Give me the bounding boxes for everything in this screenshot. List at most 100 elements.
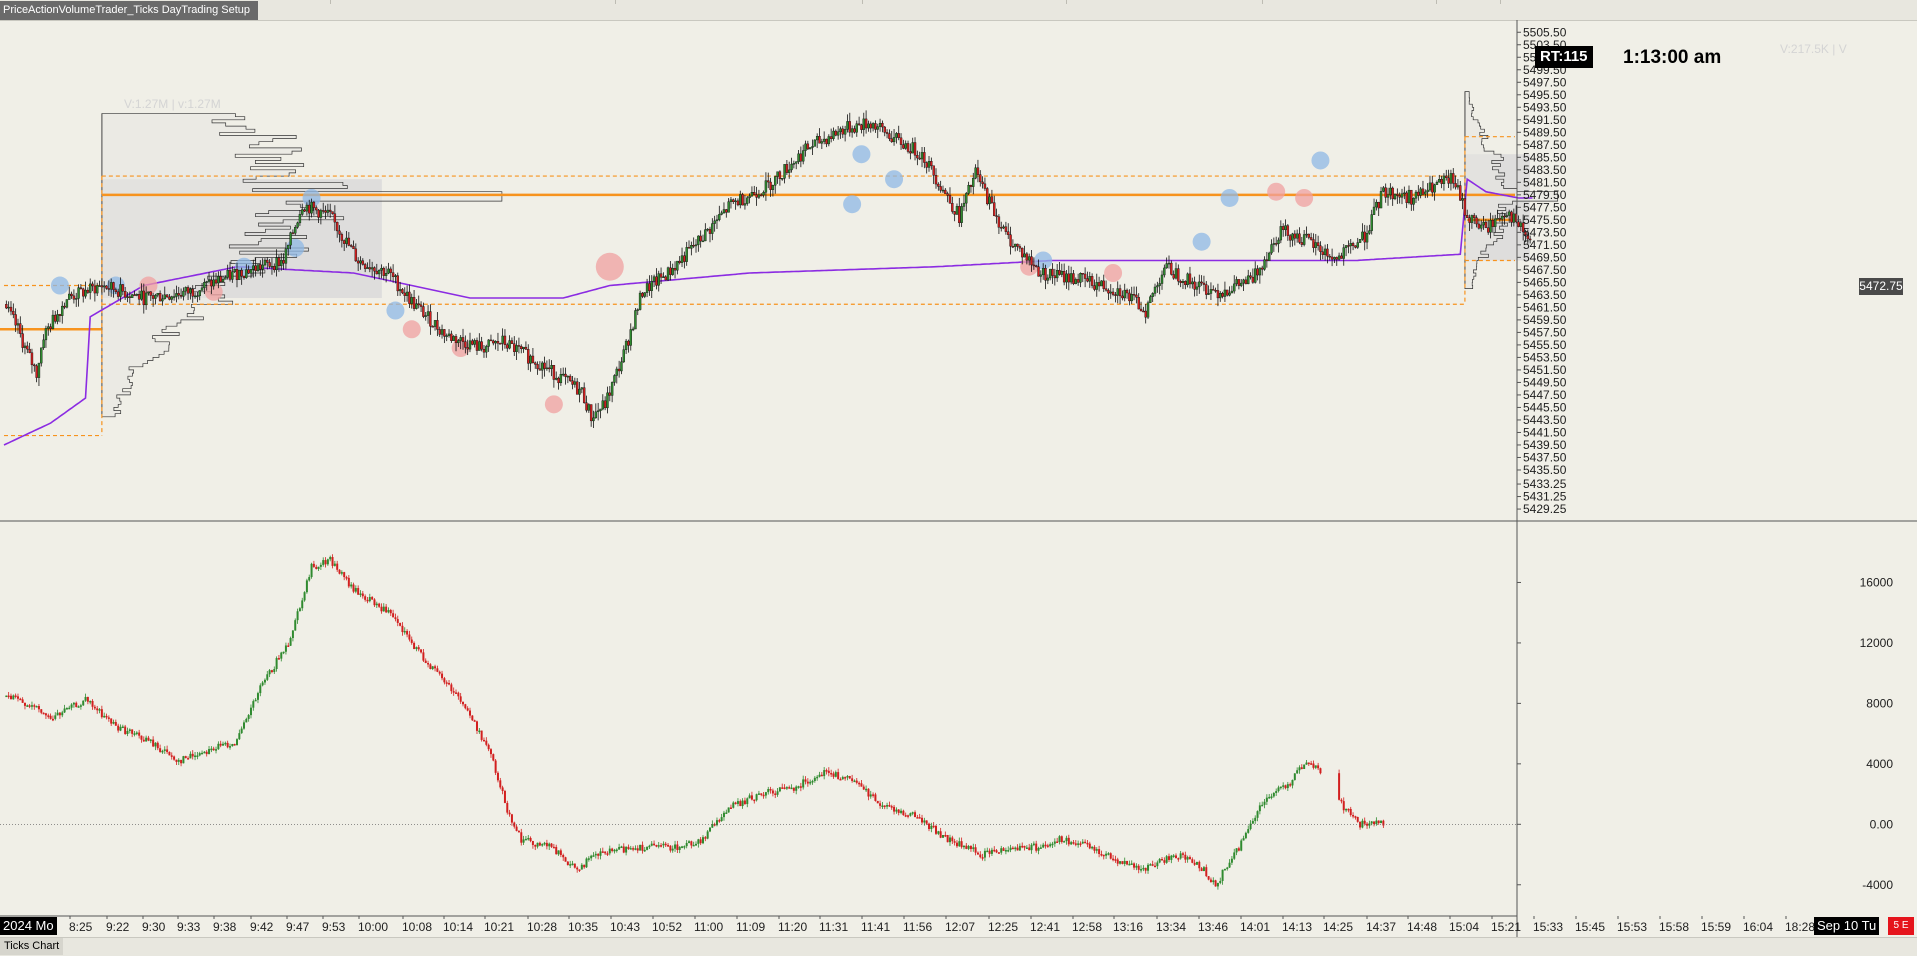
osc-candle-down [627,846,630,849]
candle-up [394,275,397,277]
osc-candle-down [373,599,376,606]
candle-down [906,143,910,152]
time-tick-label: 9:38 [213,920,237,934]
candle-down [979,174,982,183]
time-tick-label: 11:09 [736,920,765,934]
osc-candle-up [1037,848,1040,851]
osc-candle-up [252,701,255,708]
osc-candle-up [263,679,266,683]
osc-candle-up [1053,841,1056,844]
osc-candle-up [648,845,651,848]
osc-candle-up [923,820,926,823]
osc-candle-up [846,776,849,778]
osc-candle-down [389,610,392,614]
osc-candle-up [196,755,199,757]
candle-down [1466,215,1469,218]
candle-up [624,340,628,350]
ticks-chart[interactable]: 5505.505503.505501.505499.505497.505495.… [0,0,1917,955]
candle-up [452,336,455,341]
osc-candle-down [357,588,360,595]
osc-candle-down [515,826,518,831]
candle-up [1358,239,1362,243]
osc-candle-down [562,854,565,858]
candle-up [811,146,814,148]
candle-up [1046,277,1050,281]
price-tick-label: 5435.50 [1523,463,1567,477]
candle-up [522,346,525,350]
osc-candle-down [475,721,478,731]
candle-up [1456,185,1460,188]
osc-candle-up [54,715,57,719]
osc-candle-up [543,842,546,845]
osc-candle-up [201,752,204,755]
osc-candle-up [1095,849,1098,851]
sell-bubble [1267,182,1286,201]
osc-candle-down [925,820,928,824]
osc-candle-down [1377,820,1380,824]
osc-candle-down [156,742,159,749]
osc-candle-down [1174,855,1177,859]
osc-candle-down [1060,836,1063,843]
candle-down [725,209,728,213]
osc-candle-down [993,849,996,852]
candle-up [746,197,749,204]
candle-down [349,245,353,247]
osc-candle-up [112,722,115,724]
osc-candle-up [681,846,684,848]
osc-candle-up [245,718,248,723]
candle-up [1302,234,1306,245]
osc-candle-down [219,743,222,746]
candle-down [934,175,938,185]
price-panel[interactable] [0,91,1559,446]
osc-candle-down [832,773,835,777]
osc-candle-down [1121,861,1124,864]
osc-candle-down [960,841,963,848]
candle-up [1433,184,1436,193]
osc-candle-up [1256,811,1259,818]
candle-up [955,206,959,215]
osc-candle-down [392,613,395,618]
candle-up [1500,215,1504,220]
candle-up [119,284,122,297]
osc-candle-down [827,770,830,773]
candle-down [1058,270,1061,275]
candle-up [1146,302,1150,318]
osc-candle-down [893,806,896,812]
candle-down [1468,217,1471,223]
oscillator-panel[interactable] [0,554,1517,890]
candle-down [641,292,644,297]
osc-candle-up [629,848,632,850]
osc-candle-down [1067,837,1070,845]
osc-candle-up [618,846,621,850]
osc-candle-up [63,708,66,713]
osc-candle-down [347,577,350,587]
candle-down [951,203,954,212]
candle-up [1428,182,1432,191]
time-tick-label: 9:53 [322,920,346,934]
tab-ticks-chart[interactable]: Ticks Chart [0,938,64,955]
osc-candle-down [485,740,488,745]
osc-candle-down [96,708,99,711]
osc-candle-up [1030,844,1033,851]
osc-candle-down [995,850,998,853]
time-tick-label: 10:08 [402,920,432,934]
osc-candle-down [1310,763,1313,765]
osc-candle-up [571,863,574,866]
osc-candle-down [496,772,499,781]
candle-down [100,285,104,288]
candle-up [398,289,402,292]
candle-down [228,269,232,280]
osc-candle-down [897,809,900,813]
osc-candle-down [1284,785,1287,789]
candle-up [433,320,437,327]
osc-candle-up [1251,820,1254,824]
osc-candle-down [1317,765,1320,769]
candle-up [1069,273,1073,283]
candle-down [834,130,838,136]
osc-candle-down [1046,845,1049,847]
candle-down [1021,247,1024,258]
osc-candle-down [1098,849,1101,855]
osc-candle-up [1291,779,1294,786]
candle-up [485,346,488,353]
candle-down [1193,281,1196,290]
